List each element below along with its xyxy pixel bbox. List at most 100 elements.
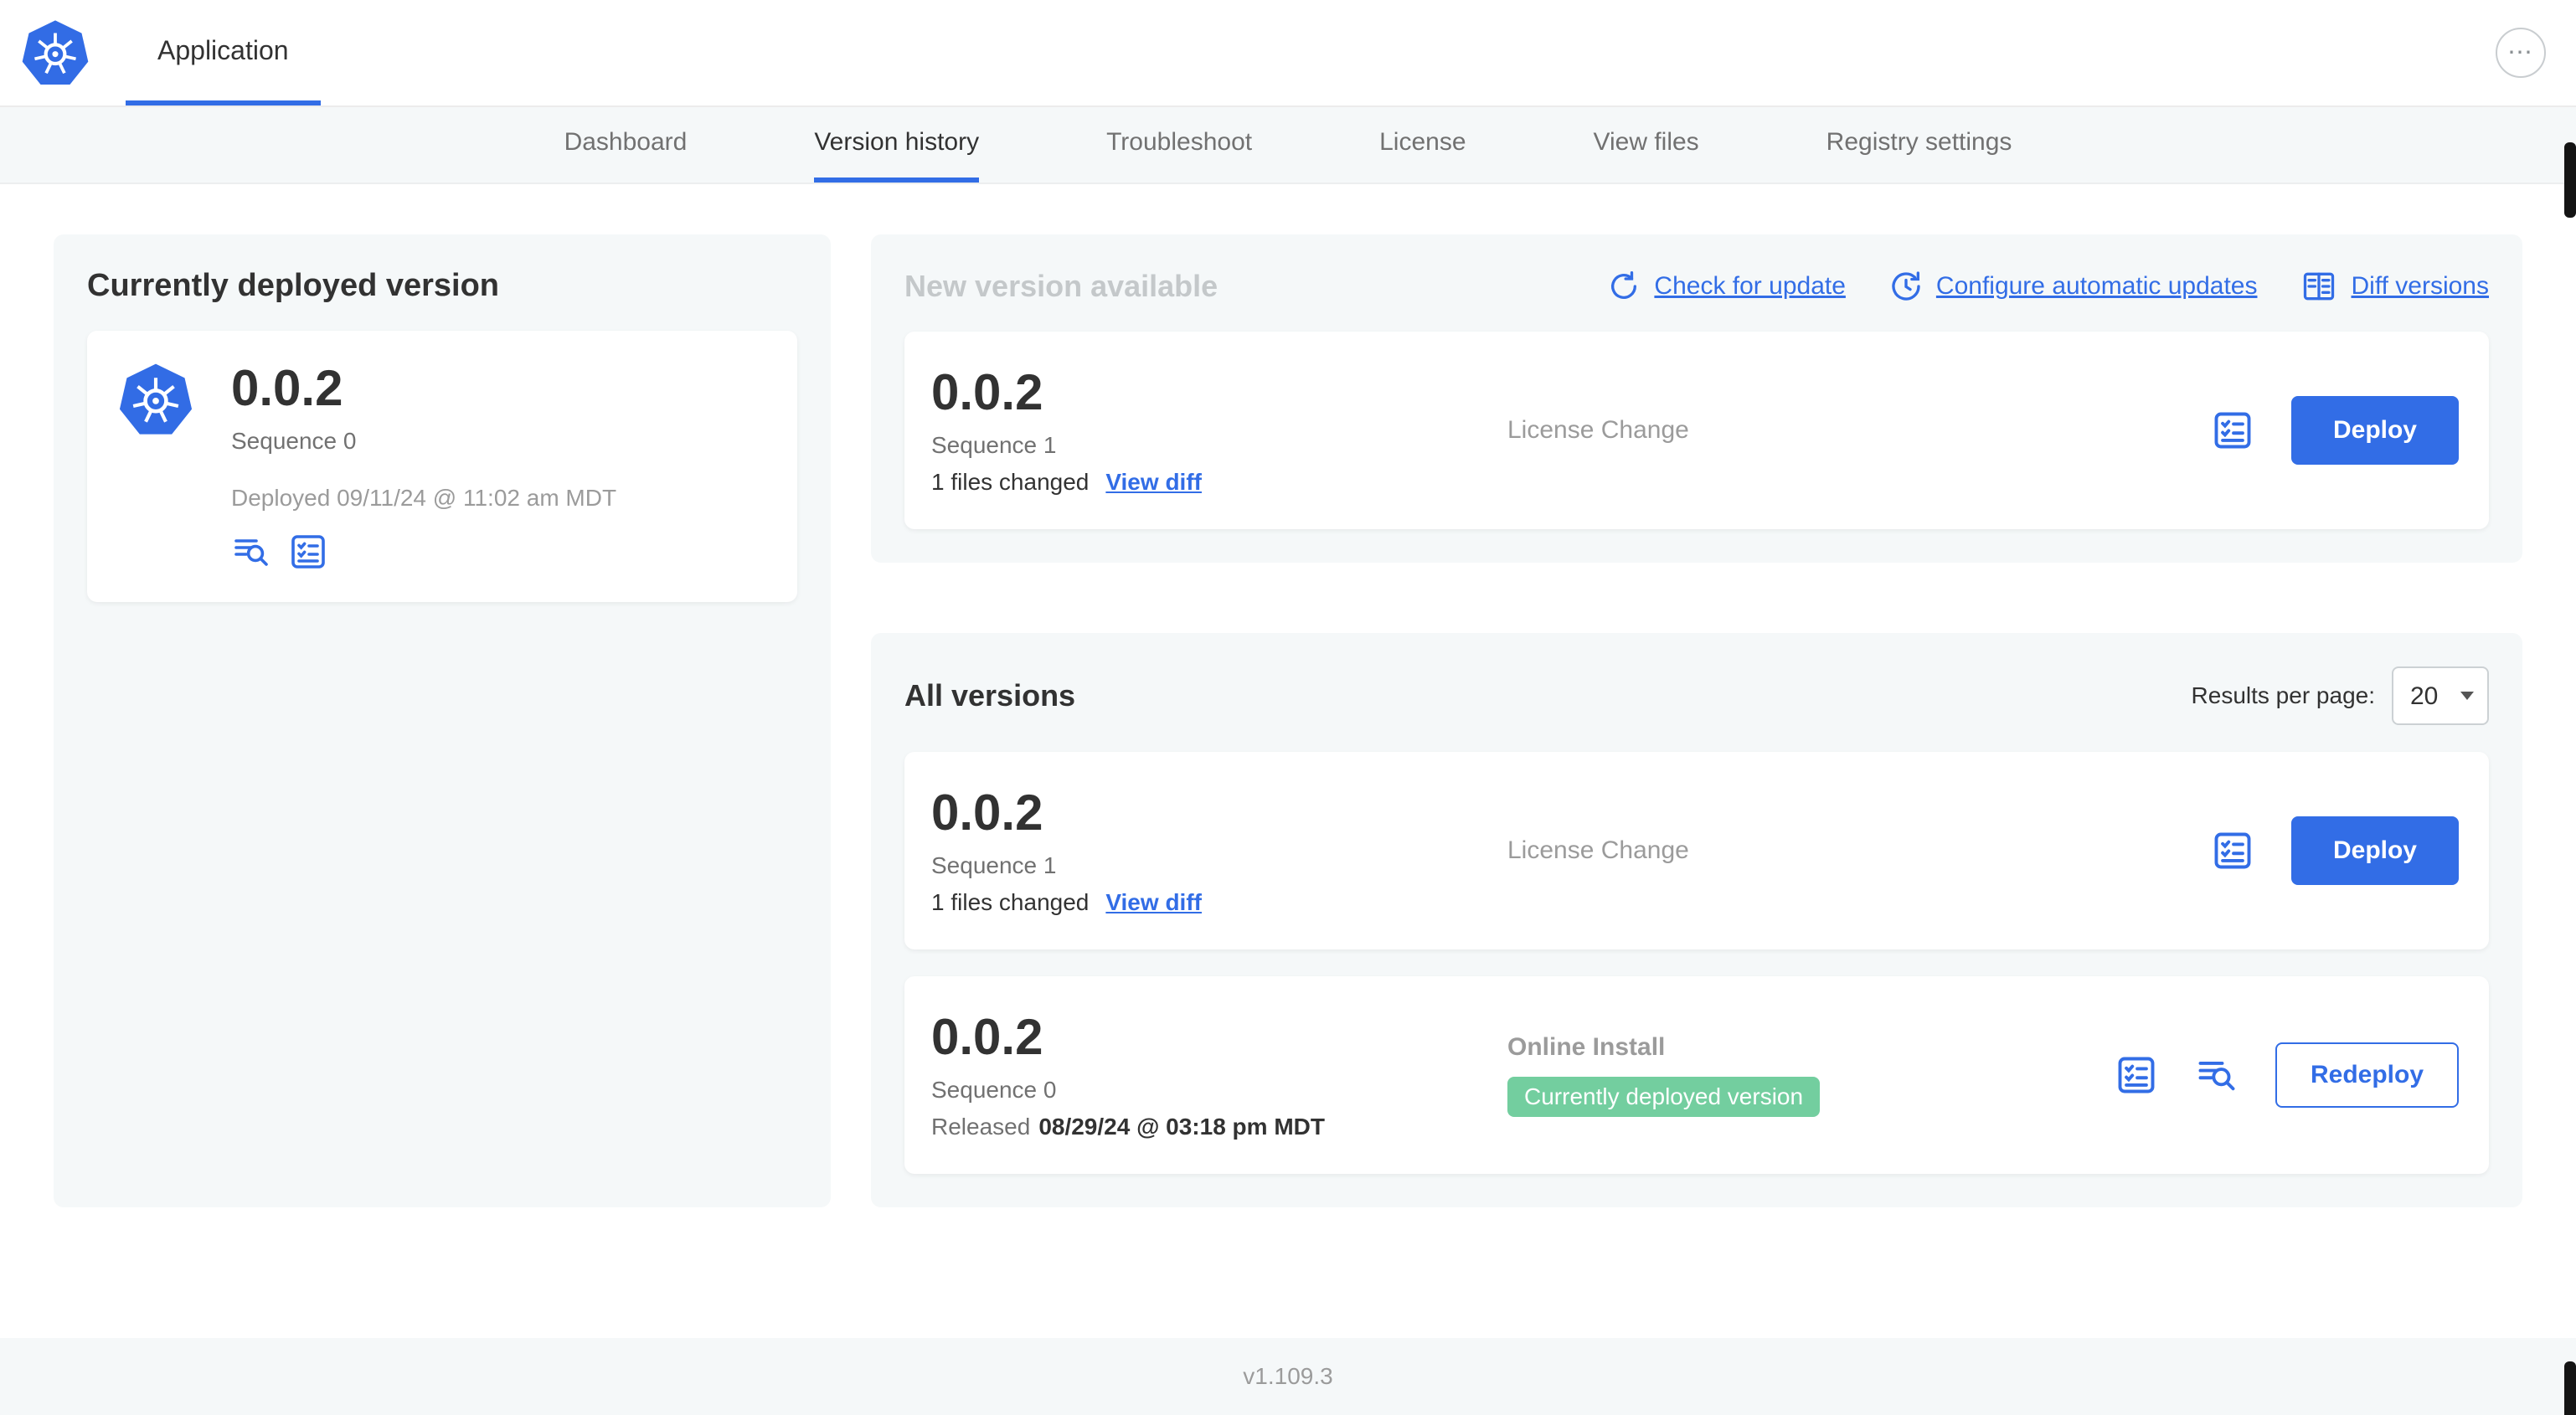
version-number: 0.0.2 (931, 1009, 1043, 1065)
check-for-update-link[interactable]: Check for update (1607, 270, 1846, 303)
app-tab[interactable]: Application (126, 0, 321, 105)
configure-automatic-updates-link[interactable]: Configure automatic updates (1889, 270, 2258, 303)
deploy-button[interactable]: Deploy (2290, 396, 2459, 465)
files-changed-label: 1 files changed (931, 889, 1090, 915)
new-version-card: 0.0.2 Sequence 1 1 files changed View di… (904, 332, 2489, 529)
tab-version-history[interactable]: Version history (814, 107, 980, 183)
version-row: 0.0.2 Sequence 1 1 files changed View di… (904, 752, 2489, 949)
tab-label: Troubleshoot (1106, 128, 1253, 156)
version-source: Online Install Currently deployed versio… (1484, 1033, 2115, 1117)
version-number: 0.0.2 (931, 364, 1043, 420)
release-notes-button[interactable] (288, 532, 328, 572)
version-info: 0.0.2 Sequence 0 Released 08/29/24 @ 03:1… (931, 1010, 1484, 1140)
kubernetes-logo-icon (20, 0, 90, 105)
version-actions: Deploy (2211, 396, 2462, 465)
version-sequence: Sequence 1 (931, 852, 1057, 878)
diff-versions-link[interactable]: Diff versions (2300, 268, 2489, 305)
main-content: Currently deployed version 0.0.2 Sequenc… (0, 184, 2576, 1207)
release-notes-button[interactable] (2211, 829, 2254, 872)
currently-deployed-panel: Currently deployed version 0.0.2 Sequenc… (54, 234, 831, 1207)
tab-label: License (1379, 128, 1466, 156)
app-tab-label: Application (157, 34, 289, 65)
version-info: 0.0.2 Sequence 1 1 files changed View di… (931, 365, 1484, 496)
source-label: License Change (1507, 416, 1689, 444)
logs-icon (2195, 1053, 2239, 1097)
version-actions: Redeploy (2115, 1042, 2462, 1108)
new-version-header: New version available Check for update C… (904, 268, 2489, 305)
deployed-sequence: Sequence 0 (231, 428, 357, 454)
release-notes-button[interactable] (2211, 409, 2254, 452)
logs-icon (231, 532, 271, 572)
tab-troubleshoot[interactable]: Troubleshoot (1106, 107, 1252, 183)
deployed-info: 0.0.2 Sequence 0 Deployed 09/11/24 @ 11:… (231, 361, 616, 572)
view-diff-link[interactable]: View diff (1105, 889, 1202, 916)
results-per-page: Results per page: 20 (2192, 666, 2489, 725)
version-sequence: Sequence 0 (931, 1077, 1057, 1103)
files-changed-label: 1 files changed (931, 469, 1090, 495)
footer: v1.109.3 (0, 1338, 2576, 1415)
view-diff-link[interactable]: View diff (1105, 469, 1202, 496)
source-label: License Change (1507, 836, 1689, 864)
results-per-page-label: Results per page: (2191, 682, 2375, 708)
more-menu-button[interactable]: ⋯ (2496, 28, 2546, 78)
deployed-version-number: 0.0.2 (231, 360, 343, 416)
tab-label: Version history (814, 128, 980, 156)
app-nav: Dashboard Version history Troubleshoot L… (0, 107, 2576, 184)
view-logs-button[interactable] (2195, 1053, 2239, 1097)
refresh-icon (1607, 270, 1641, 303)
version-source: License Change (1484, 836, 2211, 865)
checklist-icon (2211, 409, 2254, 452)
tab-label: Dashboard (564, 128, 688, 156)
version-actions: Deploy (2211, 816, 2462, 885)
new-version-actions: Check for update Configure automatic upd… (1607, 268, 2489, 305)
console-version: v1.109.3 (1243, 1363, 1333, 1389)
source-label: Online Install (1507, 1033, 1666, 1061)
files-changed-row: 1 files changed View diff (931, 469, 1484, 496)
tab-label: View files (1593, 128, 1699, 156)
checklist-icon (288, 532, 328, 572)
version-info: 0.0.2 Sequence 1 1 files changed View di… (931, 785, 1484, 916)
new-version-title: New version available (904, 269, 1218, 303)
scrollbar-thumb[interactable] (2564, 142, 2576, 218)
deployed-icon-row (231, 532, 616, 572)
released-timestamp: 08/29/24 @ 03:18 pm MDT (1038, 1114, 1325, 1140)
all-versions-title: All versions (904, 678, 1076, 713)
results-per-page-select-wrap: 20 (2392, 666, 2489, 725)
deploy-button[interactable]: Deploy (2290, 816, 2459, 885)
released-label: Released (931, 1114, 1031, 1140)
version-row: 0.0.2 Sequence 0 Released 08/29/24 @ 03:1… (904, 976, 2489, 1174)
ellipsis-icon: ⋯ (2507, 39, 2534, 66)
tab-dashboard[interactable]: Dashboard (564, 107, 688, 183)
checklist-icon (2211, 829, 2254, 872)
top-header: Application ⋯ (0, 0, 2576, 107)
tab-registry-settings[interactable]: Registry settings (1826, 107, 2012, 183)
version-source: License Change (1484, 416, 2211, 445)
version-number: 0.0.2 (931, 785, 1043, 841)
tab-license[interactable]: License (1379, 107, 1466, 183)
diff-versions-label[interactable]: Diff versions (2351, 272, 2489, 301)
checklist-icon (2115, 1053, 2158, 1097)
configure-automatic-updates-label[interactable]: Configure automatic updates (1936, 272, 2258, 301)
new-version-panel: New version available Check for update C… (871, 234, 2522, 563)
deployed-timestamp: Deployed 09/11/24 @ 11:02 am MDT (231, 485, 617, 511)
version-sequence: Sequence 1 (931, 432, 1057, 458)
page: Application ⋯ Dashboard Version history … (0, 0, 2576, 1415)
tab-view-files[interactable]: View files (1594, 107, 1699, 183)
diff-icon (2300, 268, 2337, 305)
released-row: Released 08/29/24 @ 03:18 pm MDT (931, 1114, 1484, 1140)
currently-deployed-badge: Currently deployed version (1507, 1077, 1821, 1117)
all-versions-header: All versions Results per page: 20 (904, 666, 2489, 725)
files-changed-row: 1 files changed View diff (931, 889, 1484, 916)
tab-label: Registry settings (1826, 128, 2012, 156)
schedule-update-icon (1889, 270, 1923, 303)
scrollbar-thumb[interactable] (2564, 1361, 2576, 1415)
view-logs-button[interactable] (231, 532, 271, 572)
all-versions-panel: All versions Results per page: 20 0.0.2 (871, 633, 2522, 1207)
redeploy-button[interactable]: Redeploy (2275, 1042, 2459, 1108)
results-per-page-select[interactable]: 20 (2392, 666, 2489, 725)
check-for-update-label[interactable]: Check for update (1654, 272, 1845, 301)
kubernetes-app-icon (117, 361, 194, 572)
release-notes-button[interactable] (2115, 1053, 2158, 1097)
currently-deployed-card: 0.0.2 Sequence 0 Deployed 09/11/24 @ 11:… (87, 331, 797, 602)
